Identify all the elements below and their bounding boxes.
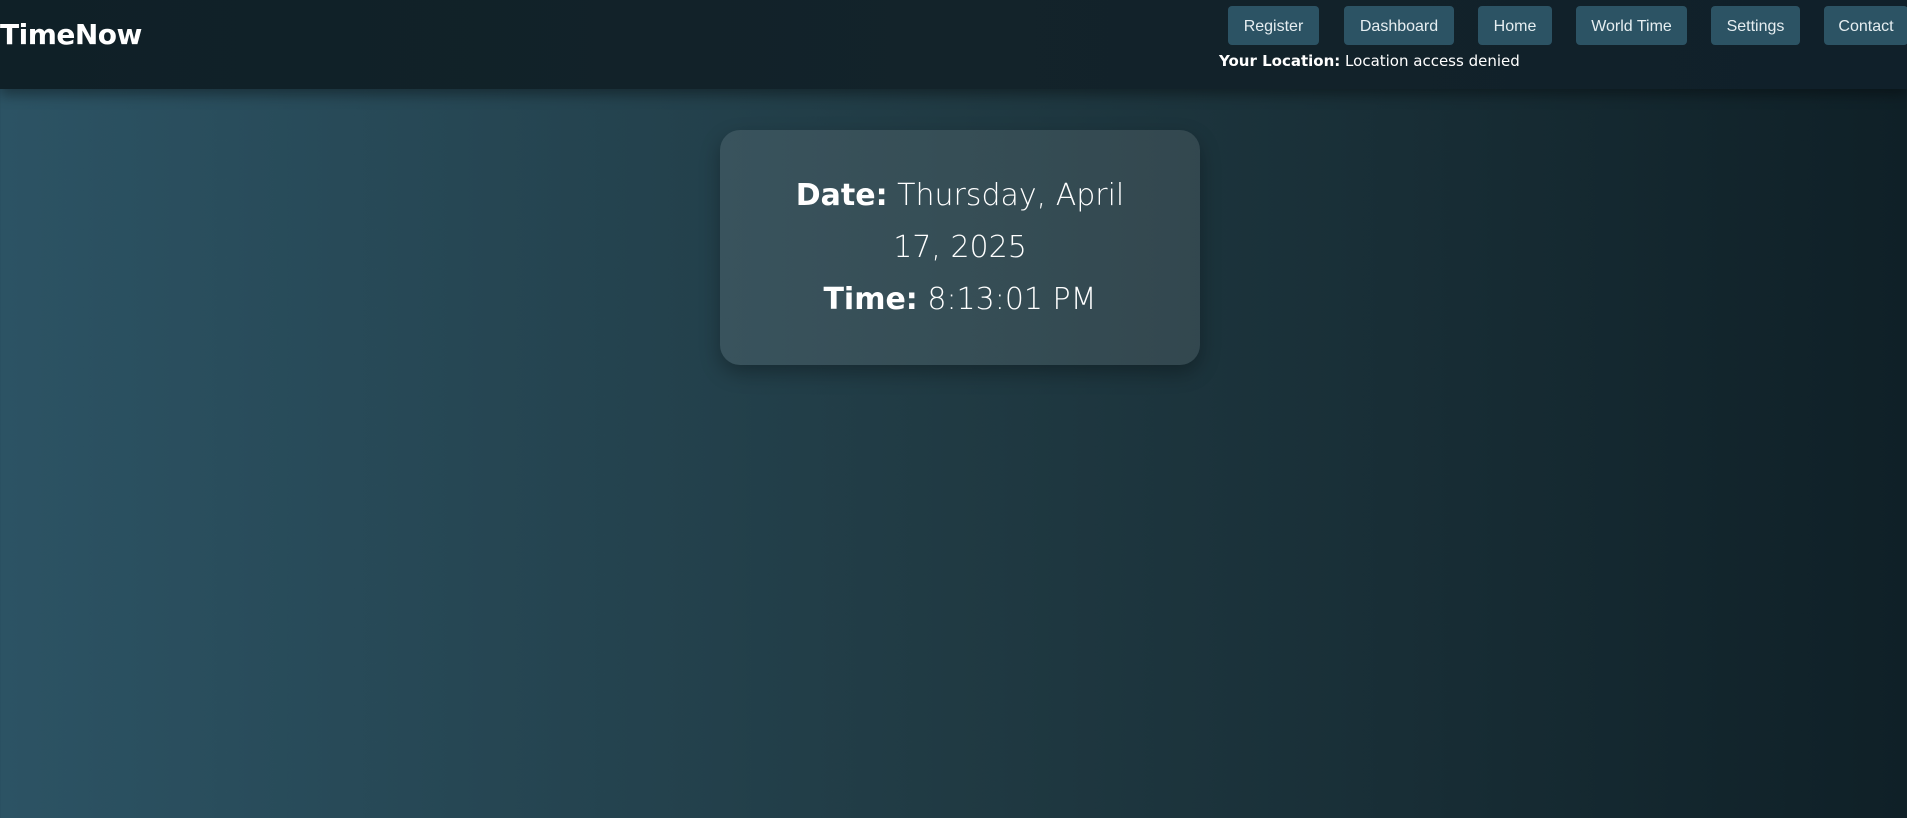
user-location: Your Location: Location access denied	[1219, 52, 1520, 70]
date-line: Date: Thursday, April 17, 2025	[720, 170, 1200, 274]
location-label: Your Location:	[1219, 52, 1341, 70]
date-value: Thursday, April 17, 2025	[893, 178, 1125, 265]
time-value: 8:13:01 PM	[927, 282, 1097, 317]
nav-contact-button[interactable]: Contact	[1824, 6, 1907, 45]
time-label: Time:	[823, 282, 918, 317]
nav-home-button[interactable]: Home	[1478, 6, 1552, 45]
top-header: TimeNow Register Dashboard Home World Ti…	[0, 0, 1907, 89]
nav-dashboard-button[interactable]: Dashboard	[1344, 6, 1454, 45]
location-value: Location access denied	[1345, 52, 1520, 70]
clock-card: Date: Thursday, April 17, 2025 Time: 8:1…	[720, 130, 1200, 365]
time-line: Time: 8:13:01 PM	[720, 274, 1200, 326]
nav-settings-button[interactable]: Settings	[1711, 6, 1800, 45]
nav-register-button[interactable]: Register	[1228, 6, 1319, 45]
date-label: Date:	[795, 178, 888, 213]
brand-logo-text[interactable]: TimeNow	[0, 18, 142, 51]
main-navigation: Register Dashboard Home World Time Setti…	[1228, 6, 1907, 46]
nav-world-time-button[interactable]: World Time	[1576, 6, 1687, 45]
